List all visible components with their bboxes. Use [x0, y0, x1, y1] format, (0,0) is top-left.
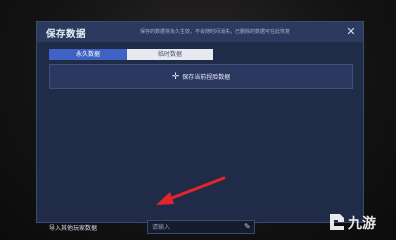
import-label: 导入其他玩家数据: [49, 225, 98, 232]
watermark-text: 九游: [347, 215, 376, 232]
edit-icon: ✎: [244, 222, 251, 231]
nine-game-logo: 九游: [330, 214, 376, 232]
data-tabs: 永久数据 临时数据: [49, 49, 353, 60]
tab-temporary-data[interactable]: 临时数据: [127, 49, 213, 60]
save-current-face-button[interactable]: ✛ 保存当前捏脸数据: [49, 64, 353, 89]
plus-icon: ✛: [171, 71, 180, 82]
tab-permanent-data[interactable]: 永久数据: [49, 49, 127, 60]
annotation-arrow: [156, 176, 226, 205]
collapse-icon[interactable]: ✕: [345, 26, 357, 38]
import-code-input[interactable]: [147, 220, 255, 234]
dialog-notice: 保存的数据将永久生效，不会随时间消失，已删除的数据可在此恢复: [140, 29, 291, 35]
dialog-title: 保存数据: [46, 29, 87, 40]
dialog-titlebar: 保存数据 保存的数据将永久生效，不会随时间消失，已删除的数据可在此恢复 ✕: [37, 22, 363, 42]
save-current-face-label: 保存当前捏脸数据: [182, 74, 231, 81]
